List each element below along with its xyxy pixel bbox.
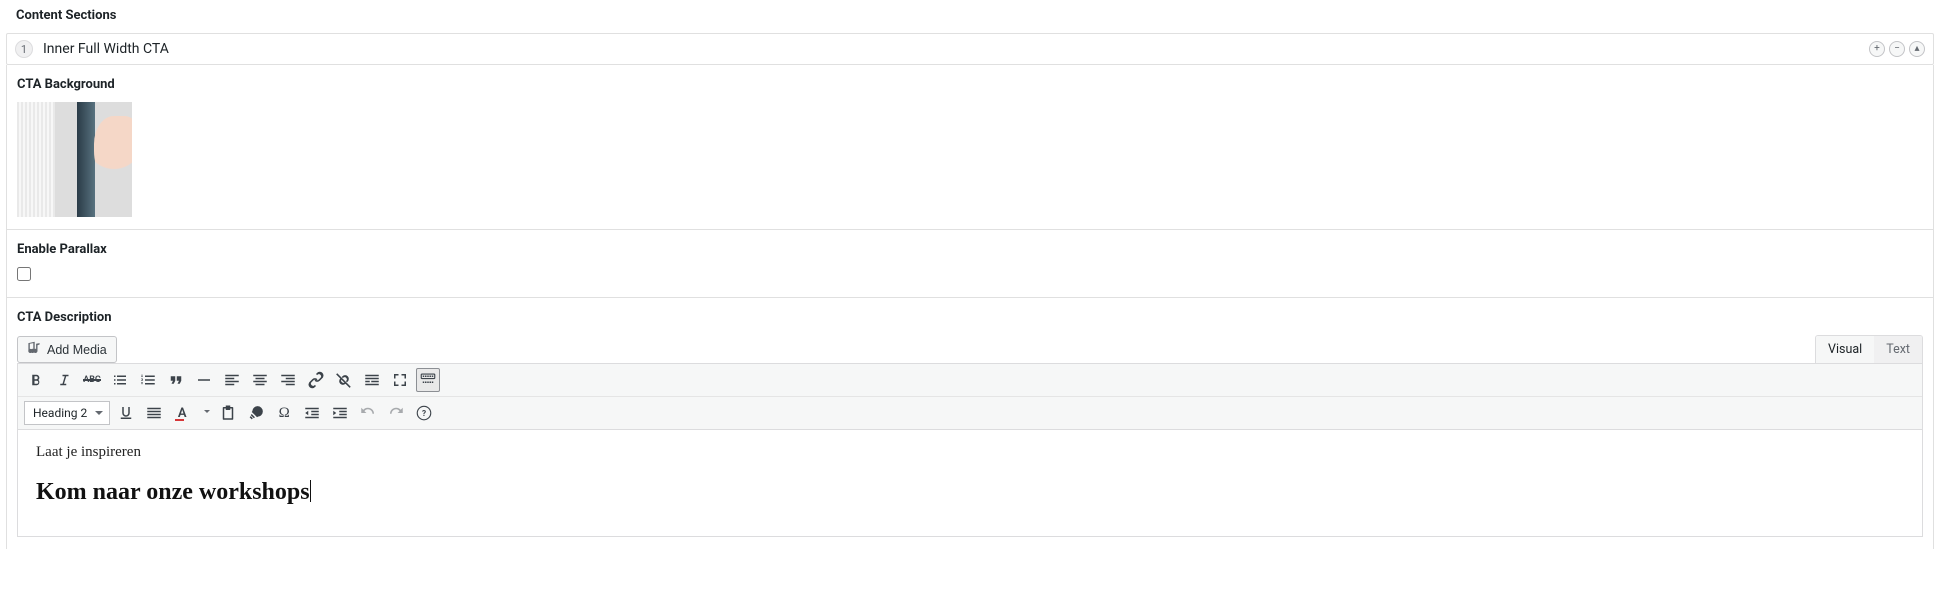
special-char-button[interactable]: Ω — [272, 401, 296, 425]
editor-content-area[interactable]: Laat je inspireren Kom naar onze worksho… — [17, 430, 1923, 537]
bullet-list-button[interactable] — [108, 368, 132, 392]
undo-button[interactable] — [356, 401, 380, 425]
enable-parallax-field: Enable Parallax — [6, 230, 1934, 298]
editor-toolbar: ABC Heading 2 A — [17, 363, 1923, 430]
cta-description-label: CTA Description — [17, 310, 1923, 325]
align-right-button[interactable] — [276, 368, 300, 392]
layout-name: Inner Full Width CTA — [43, 41, 169, 57]
text-caret — [310, 480, 311, 502]
add-media-label: Add Media — [47, 343, 107, 357]
underline-button[interactable] — [114, 401, 138, 425]
italic-button[interactable] — [52, 368, 76, 392]
unlink-button[interactable] — [332, 368, 356, 392]
cta-background-image[interactable] — [17, 102, 132, 217]
add-layout-button[interactable]: + — [1869, 41, 1885, 57]
music-note-icon — [27, 341, 41, 358]
justify-button[interactable] — [142, 401, 166, 425]
text-color-button[interactable]: A — [170, 401, 194, 425]
fullscreen-button[interactable] — [388, 368, 412, 392]
indent-button[interactable] — [328, 401, 352, 425]
align-left-button[interactable] — [220, 368, 244, 392]
help-button[interactable]: ? — [412, 401, 436, 425]
remove-layout-button[interactable]: − — [1889, 41, 1905, 57]
outdent-button[interactable] — [300, 401, 324, 425]
editor-heading: Kom naar onze workshops — [36, 479, 310, 505]
editor-paragraph: Laat je inspireren — [36, 444, 1904, 461]
enable-parallax-checkbox[interactable] — [17, 267, 31, 281]
content-sections-title: Content Sections — [6, 0, 1934, 33]
layout-header-left: 1 Inner Full Width CTA — [15, 40, 169, 58]
toolbar-row-2: Heading 2 A Ω ? — [18, 397, 1922, 429]
toolbar-toggle-button[interactable] — [416, 368, 440, 392]
layout-controls: + − ▴ — [1869, 41, 1925, 57]
paste-text-button[interactable] — [216, 401, 240, 425]
horizontal-rule-button[interactable] — [192, 368, 216, 392]
align-center-button[interactable] — [248, 368, 272, 392]
numbered-list-button[interactable] — [136, 368, 160, 392]
tab-text[interactable]: Text — [1874, 336, 1922, 363]
link-button[interactable] — [304, 368, 328, 392]
cta-background-field: CTA Background — [6, 65, 1934, 230]
cta-background-label: CTA Background — [17, 77, 1923, 92]
add-media-button[interactable]: Add Media — [17, 336, 117, 363]
svg-text:?: ? — [422, 409, 426, 419]
toolbar-row-1: ABC — [18, 364, 1922, 397]
layout-header[interactable]: 1 Inner Full Width CTA + − ▴ — [6, 33, 1934, 65]
editor-mode-tabs: Visual Text — [1815, 335, 1923, 363]
insert-more-button[interactable] — [360, 368, 384, 392]
redo-button[interactable] — [384, 401, 408, 425]
strikethrough-button[interactable]: ABC — [80, 368, 104, 392]
blockquote-button[interactable] — [164, 368, 188, 392]
format-select[interactable]: Heading 2 — [24, 401, 110, 425]
bold-button[interactable] — [24, 368, 48, 392]
layout-index-badge: 1 — [15, 40, 33, 58]
enable-parallax-label: Enable Parallax — [17, 242, 1923, 257]
cta-description-field: CTA Description Add Media Visual Text AB… — [6, 298, 1934, 549]
text-color-dropdown[interactable] — [198, 401, 212, 425]
collapse-layout-button[interactable]: ▴ — [1909, 41, 1925, 57]
tab-visual[interactable]: Visual — [1816, 336, 1874, 363]
clear-formatting-button[interactable] — [244, 401, 268, 425]
